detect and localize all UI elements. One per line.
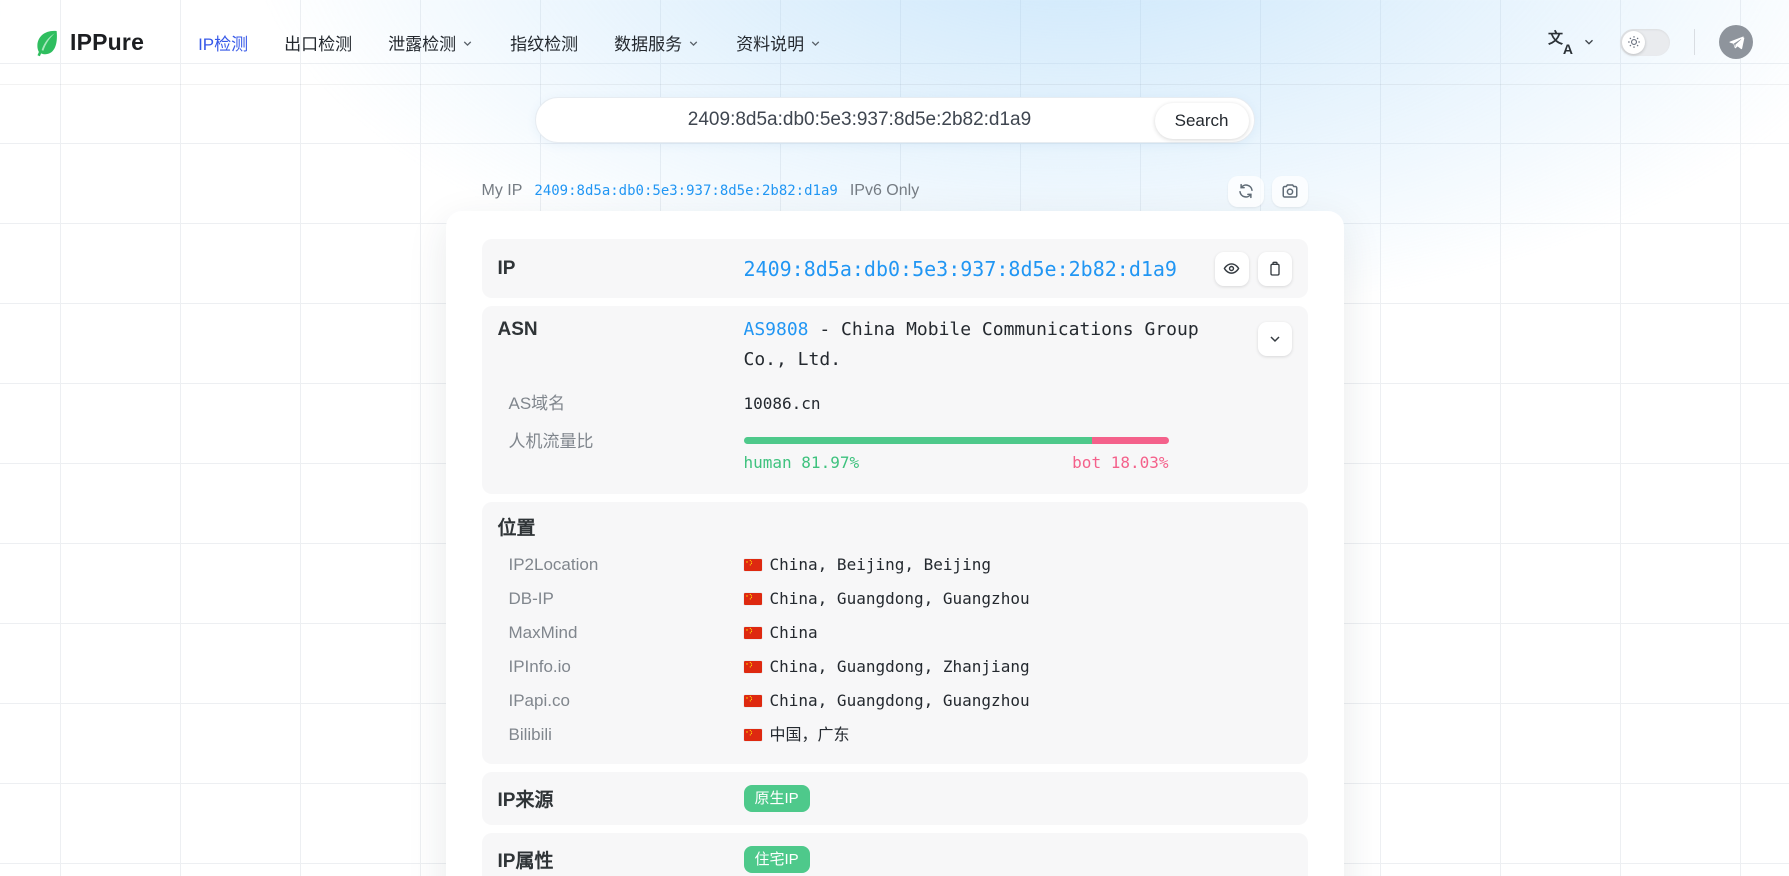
my-ip-row: My IP 2409:8d5a:db0:5e3:937:8d5e:2b82:d1…: [446, 174, 1344, 208]
search-input[interactable]: [535, 98, 1254, 142]
navbar: IPPure IP检测 出口检测 泄露检测 指纹检测 数据服务 资料说明 文 A: [0, 0, 1789, 85]
location-row: IPapi.co China, Guangdong, Guangzhou: [498, 686, 1292, 716]
chevron-down-icon: [687, 37, 700, 50]
search-button[interactable]: Search: [1154, 103, 1249, 139]
location-value: 中国，广东: [769, 725, 850, 744]
location-value: China, Beijing, Beijing: [769, 555, 992, 574]
telegram-icon: [1728, 34, 1745, 51]
main-nav: IP检测 出口检测 泄露检测 指纹检测 数据服务 资料说明: [184, 20, 836, 65]
location-value: China, Guangdong, Zhanjiang: [769, 657, 1030, 676]
human-bot-ratio: human 81.97% bot 18.03%: [743, 427, 1169, 478]
china-flag-icon: [743, 627, 762, 639]
asn-label: ASN: [497, 319, 538, 340]
location-value: China, Guangdong, Guangzhou: [769, 589, 1030, 608]
asn-expand-button[interactable]: [1257, 322, 1292, 356]
china-flag-icon: [743, 593, 762, 605]
nav-item-docs[interactable]: 资料说明: [722, 20, 836, 65]
sun-icon: [1622, 30, 1645, 54]
chevron-down-icon: [809, 37, 822, 50]
residential-ip-badge: 住宅IP: [743, 846, 810, 873]
provider-label: MaxMind: [508, 623, 578, 642]
asn-org-name: - China Mobile Communications Group Co.,…: [743, 319, 1199, 370]
ip-source-label: IP来源: [497, 790, 554, 811]
chevron-down-icon: [1267, 331, 1283, 347]
asn-section: ASN AS9808 - China Mobile Communications…: [481, 306, 1308, 494]
traffic-ratio-row: 人机流量比 human 81.97% bot 18.03%: [498, 427, 1292, 478]
as-domain-value: 10086.cn: [743, 394, 821, 413]
location-row: DB-IP China, Guangdong, Guangzhou: [498, 584, 1292, 614]
language-switcher[interactable]: 文 A: [1548, 29, 1596, 57]
provider-label: Bilibili: [508, 725, 552, 744]
as-domain-label: AS域名: [508, 394, 566, 413]
my-ip-value[interactable]: 2409:8d5a:db0:5e3:937:8d5e:2b82:d1a9: [534, 183, 837, 199]
divider: [1694, 29, 1695, 55]
translate-icon: 文 A: [1548, 30, 1573, 57]
ip-label: IP: [497, 257, 516, 279]
nav-item-leak-check[interactable]: 泄露检测: [374, 20, 488, 65]
telegram-button[interactable]: [1719, 25, 1753, 59]
nav-item-fingerprint-check[interactable]: 指纹检测: [496, 20, 592, 65]
screenshot-button[interactable]: [1271, 175, 1308, 207]
ip-version-tag: IPv6 Only: [849, 182, 920, 199]
location-section: 位置 IP2Location China, Beijing, Beijing D…: [481, 502, 1308, 764]
hide-ip-button[interactable]: [1214, 251, 1249, 286]
my-ip-label: My IP: [481, 182, 523, 199]
eye-icon: [1223, 260, 1240, 277]
copy-icon: [1267, 261, 1283, 277]
china-flag-icon: [743, 695, 762, 707]
ip-attribute-label: IP属性: [497, 851, 554, 872]
location-value: China: [769, 623, 818, 642]
location-row: IPInfo.io China, Guangdong, Zhanjiang: [498, 652, 1292, 682]
location-row: Bilibili 中国，广东: [498, 720, 1292, 750]
human-bar: [743, 437, 1092, 444]
brand-name: IPPure: [70, 28, 145, 55]
location-row: IP2Location China, Beijing, Beijing: [498, 550, 1292, 580]
brand-logo[interactable]: IPPure: [31, 27, 144, 57]
nav-item-data-service[interactable]: 数据服务: [600, 20, 714, 65]
chevron-down-icon: [461, 37, 474, 50]
refresh-button[interactable]: [1227, 175, 1264, 207]
leaf-logo-icon: [31, 27, 61, 57]
nav-item-exit-check[interactable]: 出口检测: [270, 20, 366, 65]
asn-number-link[interactable]: AS9808: [744, 319, 809, 340]
ip-value: 2409:8d5a:db0:5e3:937:8d5e:2b82:d1a9: [743, 256, 1177, 281]
copy-ip-button[interactable]: [1257, 251, 1292, 286]
traffic-ratio-label: 人机流量比: [508, 432, 594, 451]
ip-attribute-row: IP属性 住宅IP: [481, 833, 1308, 876]
provider-label: IPInfo.io: [508, 657, 571, 676]
location-value: China, Guangdong, Guangzhou: [769, 691, 1030, 710]
provider-label: IP2Location: [508, 555, 599, 574]
search-bar: Search: [534, 97, 1255, 143]
provider-label: DB-IP: [508, 589, 554, 608]
bot-bar: [1091, 437, 1169, 444]
china-flag-icon: [743, 661, 762, 673]
bot-percent: bot 18.03%: [1072, 453, 1169, 472]
ip-info-card: IP 2409:8d5a:db0:5e3:937:8d5e:2b82:d1a9: [445, 211, 1344, 876]
theme-toggle[interactable]: [1620, 28, 1670, 56]
location-title: 位置: [497, 518, 536, 539]
china-flag-icon: [743, 729, 762, 741]
human-percent: human 81.97%: [743, 453, 860, 472]
refresh-icon: [1237, 182, 1255, 200]
provider-label: IPapi.co: [508, 691, 570, 710]
nav-item-ip-check[interactable]: IP检测: [184, 20, 262, 65]
ip-row: IP 2409:8d5a:db0:5e3:937:8d5e:2b82:d1a9: [481, 239, 1308, 298]
china-flag-icon: [743, 559, 762, 571]
native-ip-badge: 原生IP: [743, 785, 810, 812]
location-row: MaxMind China: [498, 618, 1292, 648]
camera-icon: [1281, 182, 1299, 200]
ip-source-row: IP来源 原生IP: [481, 772, 1308, 825]
as-domain-row: AS域名 10086.cn: [498, 389, 1292, 419]
chevron-down-icon: [1582, 35, 1596, 49]
